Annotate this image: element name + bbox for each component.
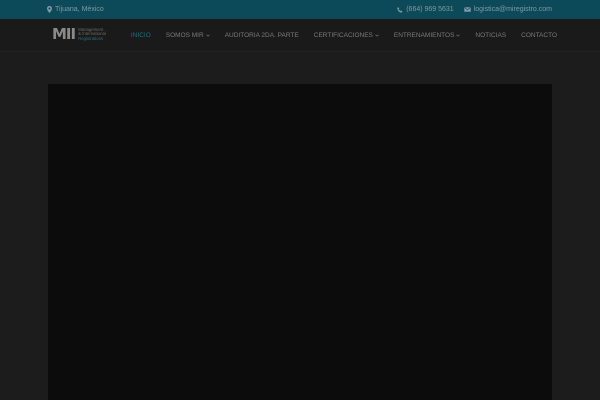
nav-item-entrenamientos[interactable]: ENTRENAMIENTOS xyxy=(394,32,461,39)
main-navbar: MII Management & International Registrat… xyxy=(0,19,600,52)
nav-item-somos-mir[interactable]: SOMOS MIR xyxy=(166,32,210,39)
chevron-down-icon xyxy=(205,34,210,37)
nav-item-inicio[interactable]: INICIO xyxy=(131,32,151,39)
logo-mark: MII xyxy=(52,25,76,43)
phone-icon xyxy=(397,6,403,13)
site-logo[interactable]: MII Management & International Registrat… xyxy=(52,26,106,43)
nav-item-auditoria[interactable]: AUDITORIA 2DA. PARTE xyxy=(225,32,299,39)
nav-item-contacto[interactable]: CONTACTO xyxy=(521,32,557,39)
nav-item-label: AUDITORIA 2DA. PARTE xyxy=(224,31,299,39)
nav-item-label: INICIO xyxy=(130,31,151,39)
nav-item-certificaciones[interactable]: CERTIFICACIONES xyxy=(314,32,379,39)
main-menu: INICIO SOMOS MIR AUDITORIA 2DA. PARTE CE… xyxy=(116,19,557,51)
logo-line-3: Registrations xyxy=(78,35,104,41)
nav-item-label: CERTIFICACIONES xyxy=(313,31,373,39)
logo-text: Management & International Registrations xyxy=(78,27,106,42)
email-info[interactable]: logistica@miregistro.com xyxy=(463,6,552,13)
nav-item-noticias[interactable]: NOTICIAS xyxy=(475,32,506,39)
email-text: logistica@miregistro.com xyxy=(473,6,552,13)
location-text: Tijuana, México xyxy=(55,6,104,13)
top-bar: Tijuana, México (664) 969 5631 logistica… xyxy=(0,0,600,19)
chevron-down-icon xyxy=(456,34,461,37)
hero-video-area[interactable] xyxy=(48,84,552,400)
location-info: Tijuana, México xyxy=(47,6,104,13)
map-pin-icon xyxy=(47,6,52,13)
phone-info[interactable]: (664) 969 5631 xyxy=(397,6,454,13)
nav-item-label: CONTACTO xyxy=(521,31,557,39)
nav-item-label: NOTICIAS xyxy=(475,31,507,39)
phone-text: (664) 969 5631 xyxy=(406,6,454,13)
envelope-icon xyxy=(463,7,471,12)
nav-item-label: ENTRENAMIENTOS xyxy=(393,31,455,39)
nav-item-label: SOMOS MIR xyxy=(165,31,204,39)
chevron-down-icon xyxy=(375,34,379,37)
